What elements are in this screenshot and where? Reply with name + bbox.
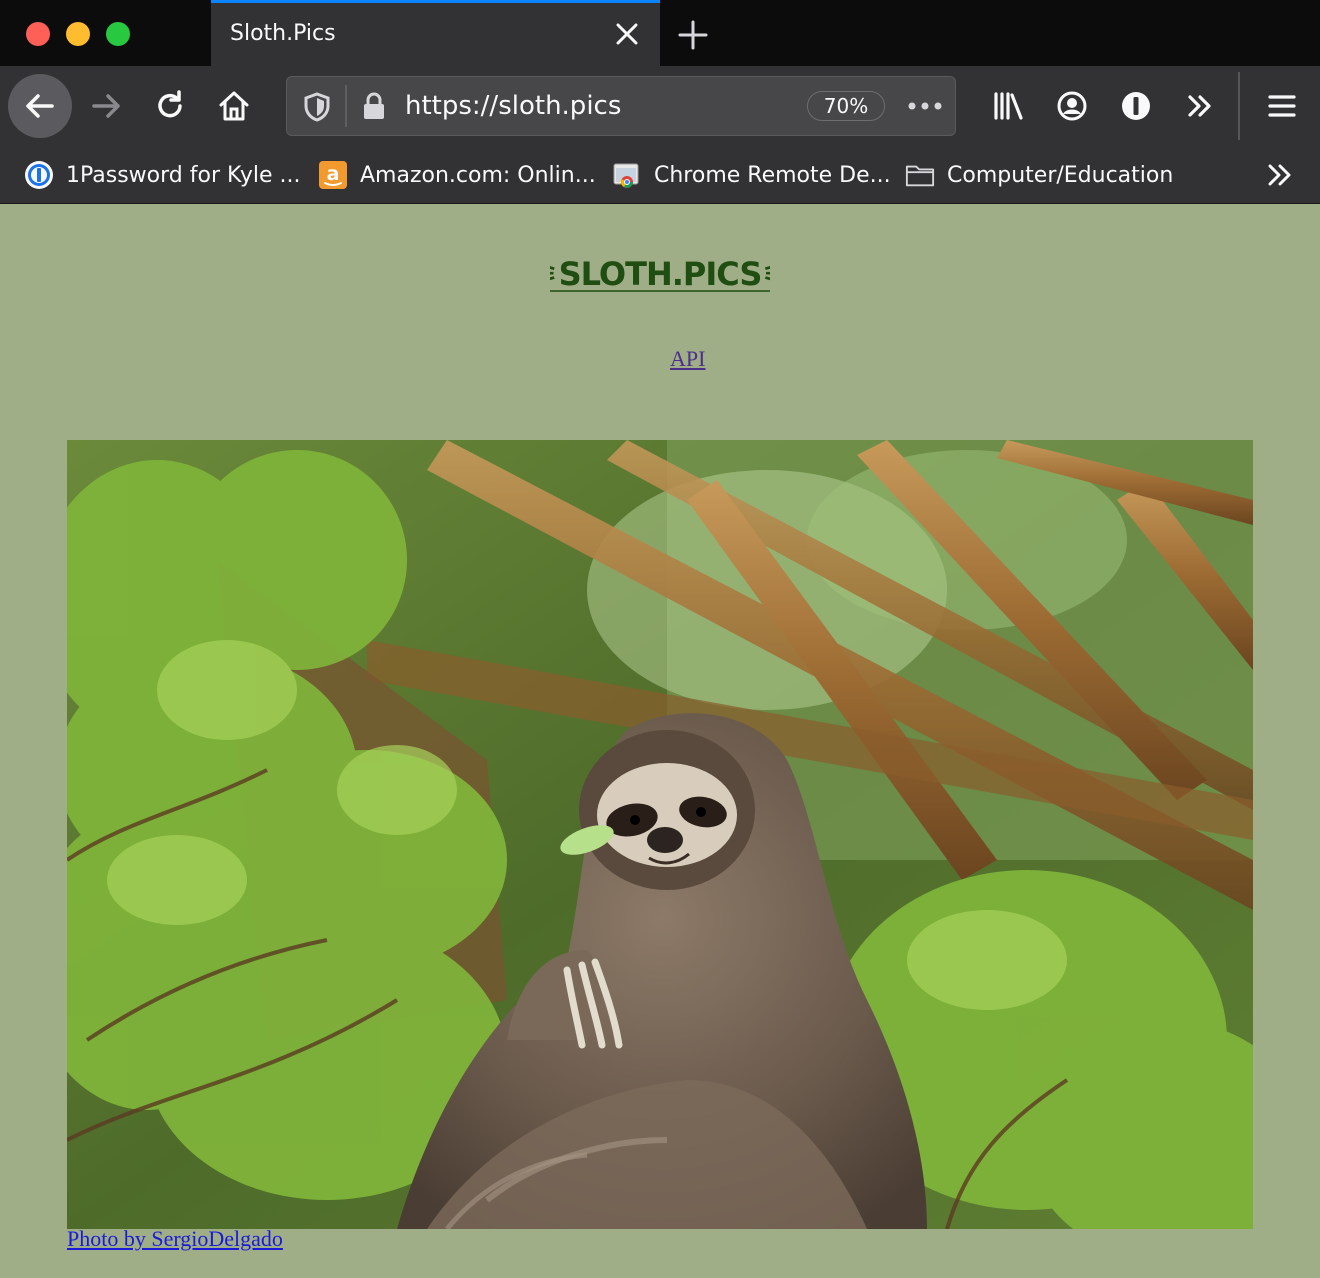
- chevron-double-right-icon: [1188, 95, 1211, 117]
- hamburger-menu-icon: [1268, 95, 1296, 117]
- reload-button[interactable]: [146, 82, 194, 130]
- zoom-indicator[interactable]: 70%: [807, 91, 885, 121]
- close-icon[interactable]: [614, 21, 640, 47]
- svg-text:a: a: [327, 163, 340, 185]
- bookmarks-bar: 1Password for Kyle ... a Amazon.com: Onl…: [0, 146, 1320, 204]
- overflow-button[interactable]: [1176, 82, 1224, 130]
- amazon-icon: a: [318, 160, 348, 190]
- page-actions-icon[interactable]: [907, 99, 943, 113]
- tab-title: Sloth.Pics: [230, 21, 336, 46]
- chevron-double-right-icon[interactable]: [1262, 158, 1298, 192]
- api-link[interactable]: API: [670, 346, 705, 372]
- bookmark-chrome-remote[interactable]: Chrome Remote De...: [612, 158, 891, 192]
- url-divider: [345, 85, 347, 127]
- page-content: ⚞SLOTH.PICS⚟ API: [0, 204, 1320, 1278]
- arrow-right-icon: [92, 94, 120, 118]
- onepassword-icon: [1122, 92, 1150, 120]
- forward-button[interactable]: [82, 82, 130, 130]
- window-zoom-button[interactable]: [106, 22, 130, 46]
- site-logo[interactable]: ⚞SLOTH.PICS⚟: [550, 250, 770, 294]
- lock-icon[interactable]: [361, 91, 387, 121]
- tab-sloth-pics[interactable]: Sloth.Pics: [211, 0, 660, 66]
- arrow-left-icon: [26, 94, 54, 118]
- window-close-button[interactable]: [26, 22, 50, 46]
- bookmark-amazon[interactable]: a Amazon.com: Onlin...: [318, 158, 596, 192]
- folder-icon: [905, 160, 935, 190]
- toolbar-divider: [1238, 72, 1240, 140]
- bookmark-1password[interactable]: 1Password for Kyle ...: [24, 158, 300, 192]
- sloth-photo: [67, 440, 1253, 1229]
- sloth-photo-illustration: [67, 440, 1253, 1229]
- library-icon: [994, 92, 1023, 120]
- onepassword-button[interactable]: [1112, 82, 1160, 130]
- tab-bar: Sloth.Pics: [0, 0, 1320, 66]
- home-button[interactable]: [210, 82, 258, 130]
- account-button[interactable]: [1048, 82, 1096, 130]
- reload-icon: [158, 90, 182, 118]
- home-icon: [219, 91, 249, 121]
- library-button[interactable]: [984, 82, 1032, 130]
- back-button[interactable]: [8, 74, 72, 138]
- bookmark-label: Amazon.com: Onlin...: [360, 162, 596, 188]
- onepassword-icon: [24, 160, 54, 190]
- url-text[interactable]: https://sloth.pics: [405, 91, 621, 121]
- logo-text: ⚞SLOTH.PICS⚟: [550, 255, 770, 293]
- bookmark-label: Chrome Remote De...: [654, 162, 891, 188]
- shield-icon[interactable]: [303, 92, 331, 122]
- menu-button[interactable]: [1258, 82, 1306, 130]
- photo-credit-link[interactable]: Photo by SergioDelgado: [67, 1226, 283, 1252]
- bookmark-label: 1Password for Kyle ...: [66, 162, 301, 188]
- chrome-remote-icon: [612, 160, 642, 190]
- url-bar[interactable]: https://sloth.pics 70%: [286, 76, 956, 136]
- window-minimize-button[interactable]: [66, 22, 90, 46]
- bookmark-folder-computer-education[interactable]: Computer/Education: [905, 158, 1173, 192]
- new-tab-icon[interactable]: [676, 18, 710, 52]
- bookmark-label: Computer/Education: [947, 162, 1174, 188]
- account-icon: [1057, 91, 1087, 121]
- nav-toolbar: https://sloth.pics 70%: [0, 66, 1320, 146]
